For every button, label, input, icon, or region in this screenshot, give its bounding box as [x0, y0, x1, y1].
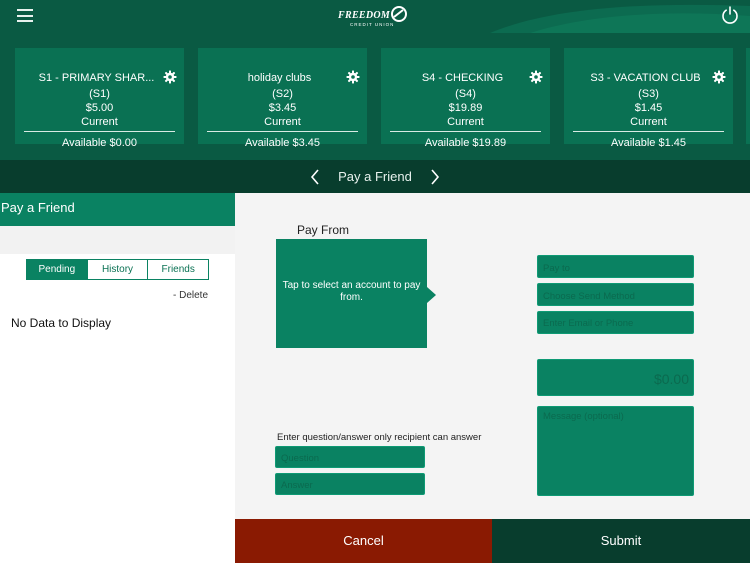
delete-link[interactable]: - Delete — [173, 290, 208, 301]
gear-icon[interactable] — [529, 70, 543, 84]
account-name: S1 - PRIMARY SHAR... — [38, 72, 155, 84]
email-phone-input[interactable]: Enter Email or Phone — [537, 311, 694, 334]
account-card[interactable]: S1 - PRIMARY SHAR... (S1) $5.00 Current … — [15, 48, 184, 149]
account-status: Current — [81, 116, 118, 128]
empty-state-text: No Data to Display — [11, 316, 112, 330]
account-available: Available $0.00 — [61, 137, 138, 149]
chevron-right-icon[interactable] — [430, 169, 440, 185]
account-card[interactable]: holiday clubs (S2) $3.45 Current Availab… — [198, 48, 367, 149]
account-card[interactable]: S4 - CHECKING (S4) $19.89 Current Availa… — [381, 48, 550, 149]
account-name: holiday clubs — [247, 72, 312, 84]
pay-friend-form: Pay From Tap to select an account to pay… — [235, 193, 750, 519]
card-divider — [390, 131, 541, 132]
app-header: FREEDOM CREDIT UNION — [0, 0, 750, 33]
account-name: S3 - VACATION CLUB — [590, 72, 701, 84]
account-code: (S2) — [272, 88, 293, 100]
account-code: (S1) — [89, 88, 110, 100]
question-answer-label: Enter question/answer only recipient can… — [277, 432, 482, 443]
card-divider — [24, 131, 175, 132]
section-title: Pay a Friend — [338, 169, 412, 184]
pay-from-arrow — [427, 287, 436, 303]
account-status: Current — [630, 116, 667, 128]
tab-history[interactable]: History — [86, 260, 148, 279]
account-code: (S4) — [455, 88, 476, 100]
account-status: Current — [264, 116, 301, 128]
amount-input[interactable]: $0.00 — [537, 359, 694, 396]
account-balance: $19.89 — [448, 102, 483, 114]
submit-button[interactable]: Submit — [492, 519, 750, 563]
pay-from-prompt: Tap to select an account to pay from. — [282, 280, 421, 303]
account-code: (S3) — [638, 88, 659, 100]
answer-input[interactable]: Answer — [275, 473, 425, 495]
logo-swirl-icon — [391, 6, 407, 22]
gear-icon[interactable] — [712, 70, 726, 84]
send-method-select[interactable]: Choose Send Method — [537, 283, 694, 306]
left-panel: Pay a Friend Pending History Friends - D… — [0, 193, 235, 563]
account-balance: $5.00 — [85, 102, 114, 114]
account-name: S4 - CHECKING — [421, 72, 504, 84]
card-divider — [573, 131, 724, 132]
tab-friends[interactable]: Friends — [147, 260, 208, 279]
gear-icon[interactable] — [346, 70, 360, 84]
segmented-tabs: Pending History Friends — [26, 259, 209, 280]
account-available: Available $1.45 — [610, 137, 687, 149]
cancel-button[interactable]: Cancel — [235, 519, 492, 563]
pay-from-selector[interactable]: Tap to select an account to pay from. — [276, 239, 427, 348]
freedom-logo: FREEDOM CREDIT UNION — [338, 5, 410, 29]
next-account-card-edge[interactable] — [746, 48, 750, 144]
message-textarea[interactable]: Message (optional) — [537, 406, 694, 496]
hamburger-menu-icon[interactable] — [17, 9, 33, 22]
account-card[interactable]: S3 - VACATION CLUB (S3) $1.45 Current Av… — [564, 48, 733, 149]
logo-subtext: CREDIT UNION — [350, 22, 395, 27]
left-panel-spacer — [0, 226, 235, 254]
section-nav-bar: Pay a Friend — [0, 160, 750, 193]
pay-from-label: Pay From — [297, 223, 350, 237]
account-status: Current — [447, 116, 484, 128]
left-panel-header: Pay a Friend — [0, 193, 235, 226]
account-carousel: S1 - PRIMARY SHAR... (S1) $5.00 Current … — [0, 33, 750, 160]
account-balance: $3.45 — [268, 102, 297, 114]
account-available: Available $19.89 — [424, 137, 507, 149]
left-panel-title: Pay a Friend — [1, 200, 75, 215]
card-divider — [207, 131, 358, 132]
power-icon[interactable] — [720, 5, 740, 25]
logo-wordmark: FREEDOM — [338, 10, 391, 21]
account-available: Available $3.45 — [244, 137, 321, 149]
gear-icon[interactable] — [163, 70, 177, 84]
pay-to-input[interactable]: Pay to — [537, 255, 694, 278]
account-balance: $1.45 — [634, 102, 663, 114]
question-input[interactable]: Question — [275, 446, 425, 468]
header-swoosh-decoration — [490, 4, 750, 33]
tab-pending[interactable]: Pending — [27, 260, 87, 279]
